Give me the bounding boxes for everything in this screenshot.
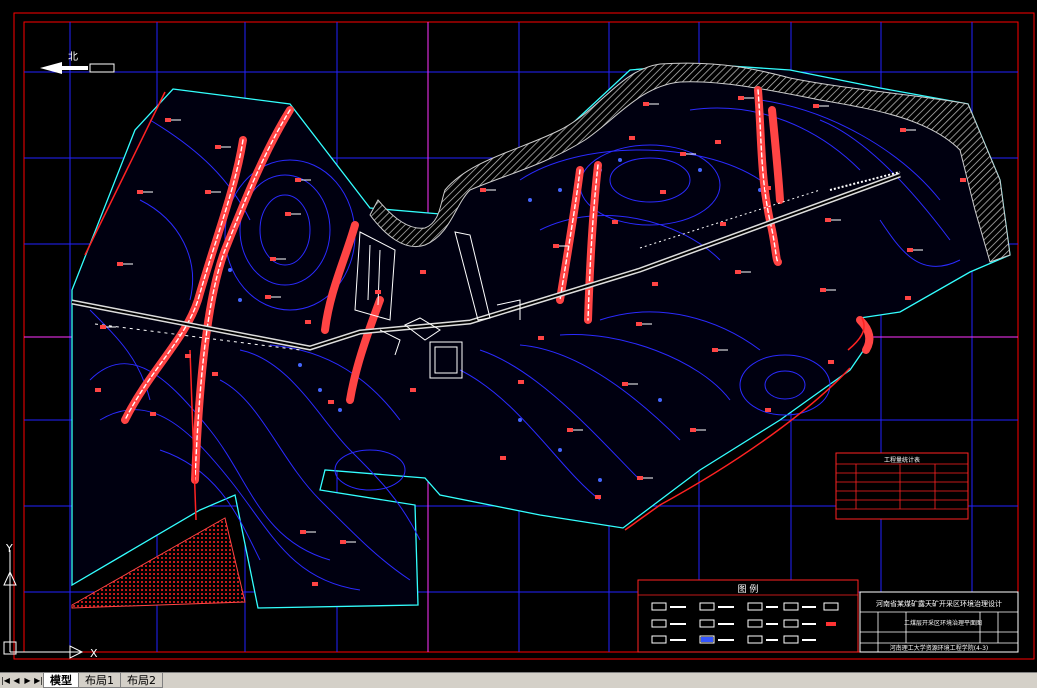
company-name: 河南理工大学资源环境工程学院(4-3) [890,644,988,652]
ucs-x-label: X [90,647,98,660]
legend-box: 图 例 [637,579,859,653]
tab-layout-1[interactable]: 布局1 [78,673,121,688]
project-name: 河南省某煤矿露天矿开采区环境治理设计 [876,599,1002,608]
cad-drawing[interactable]: 北 工程量统计表 图 例 河南省某煤矿露天矿开采区环境治理设计 二煤层开采区环境… [0,0,1037,672]
tab-layout-2[interactable]: 布局2 [120,673,163,688]
drawing-name: 二煤层开采区环境治理平面图 [904,619,982,627]
ucs-y-label: Y [5,542,13,555]
next-tab-icon[interactable]: ▶ [22,674,33,688]
title-block: 河南省某煤矿露天矿开采区环境治理设计 二煤层开采区环境治理平面图 河南理工大学资… [859,591,1019,653]
legend-title: 图 例 [738,583,759,595]
drawing-viewport[interactable]: 北 工程量统计表 图 例 河南省某煤矿露天矿开采区环境治理设计 二煤层开采区环境… [0,0,1037,672]
north-arrow: 北 [40,51,115,74]
north-label: 北 [68,51,78,63]
tab-model[interactable]: 模型 [43,673,79,688]
prev-tab-icon[interactable]: ◀ [11,674,22,688]
info-table-heading: 工程量统计表 [884,456,920,464]
first-tab-icon[interactable]: |◀ [0,674,11,688]
info-table: 工程量统计表 [835,452,969,520]
layout-tab-bar: |◀ ◀ ▶ ▶| 模型 布局1 布局2 [0,672,1037,688]
